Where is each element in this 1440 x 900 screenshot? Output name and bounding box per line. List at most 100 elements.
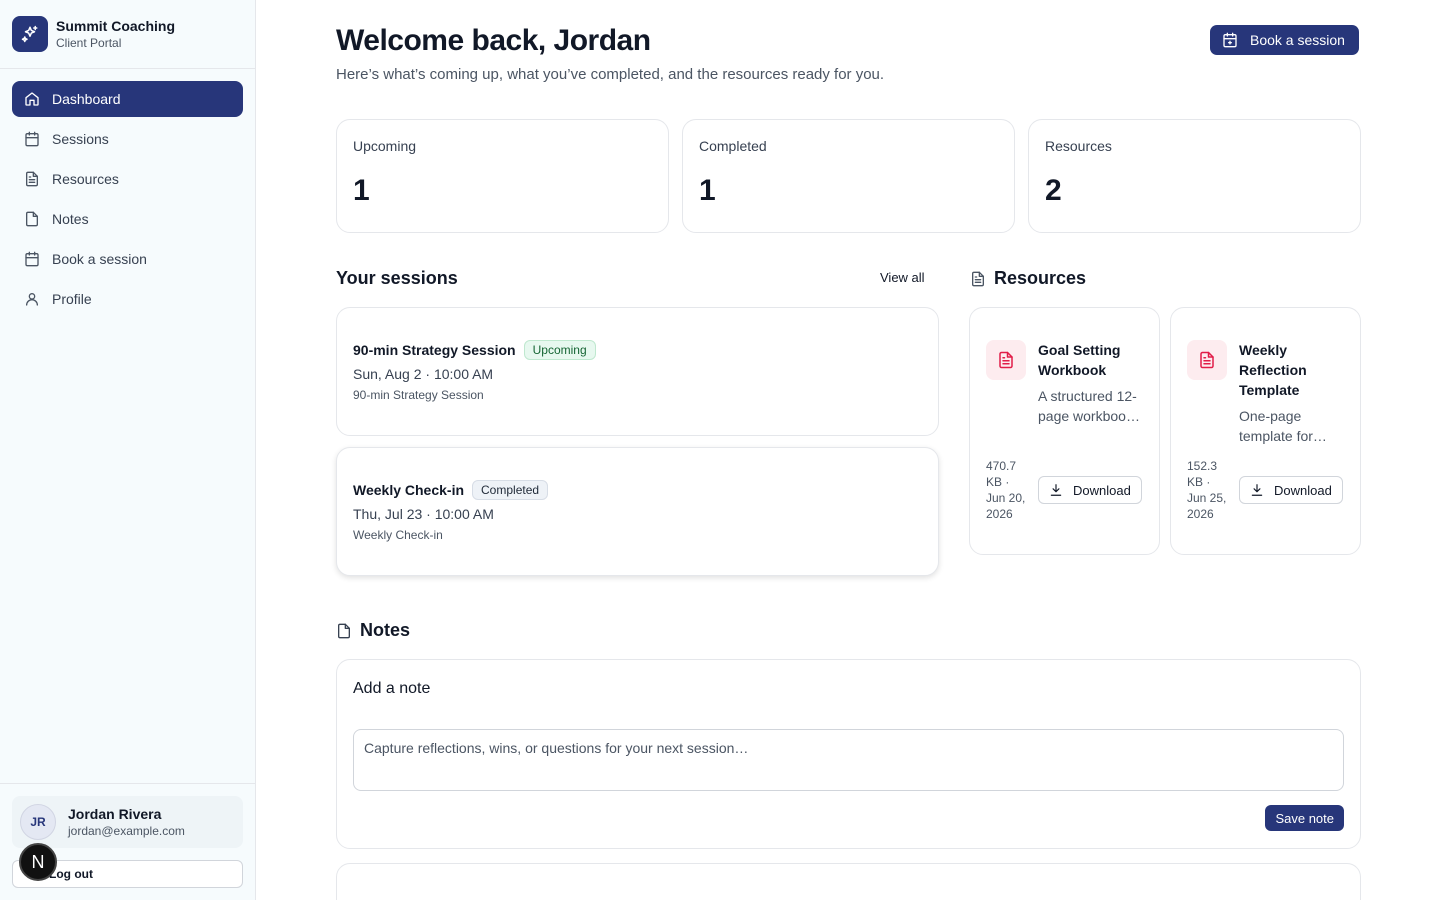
session-type: Weekly Check-in bbox=[353, 528, 443, 542]
notes-section-title: Notes bbox=[336, 620, 410, 641]
stat-value: 2 bbox=[1045, 174, 1062, 207]
book-session-button[interactable]: Book a session bbox=[1210, 25, 1359, 55]
resource-meta-line: 2026 bbox=[1187, 507, 1214, 521]
download-icon bbox=[1250, 483, 1264, 497]
document-icon bbox=[1187, 340, 1227, 380]
brand[interactable]: Summit Coaching Client Portal bbox=[0, 0, 255, 69]
resource-card: Goal Setting Workbook A structured 12- p… bbox=[969, 307, 1160, 555]
status-badge: Completed bbox=[472, 480, 549, 500]
notes-title-text: Notes bbox=[360, 620, 411, 640]
calendar-plus-icon bbox=[1222, 32, 1238, 48]
download-label: Download bbox=[1073, 482, 1131, 498]
stat-card-resources: Resources 2 bbox=[1028, 119, 1361, 233]
sidebar-item-dashboard[interactable]: Dashboard bbox=[12, 81, 243, 117]
add-note-title: Add a note bbox=[353, 680, 431, 697]
session-card[interactable]: 90-min Strategy Session Upcoming Sun, Au… bbox=[336, 307, 939, 436]
resource-meta-line: KB · bbox=[1187, 475, 1211, 489]
resource-meta-line: 470.7 bbox=[986, 459, 1017, 473]
resource-meta-line: Jun 20, bbox=[986, 491, 1026, 505]
session-type: 90-min Strategy Session bbox=[353, 388, 484, 402]
resource-desc-line: A structured 12- bbox=[1038, 388, 1137, 404]
book-session-label: Book a session bbox=[1250, 32, 1345, 48]
session-title: Weekly Check-in bbox=[353, 482, 465, 498]
stat-value: 1 bbox=[353, 174, 370, 207]
sparkles-logo-icon bbox=[12, 16, 48, 52]
save-note-button[interactable]: Save note bbox=[1265, 805, 1344, 831]
avatar: JR bbox=[20, 804, 56, 840]
resource-meta-line: Jun 25, bbox=[1187, 491, 1227, 505]
download-label: Download bbox=[1274, 482, 1332, 498]
file-text-icon bbox=[970, 271, 986, 287]
resource-title-line: Template bbox=[1239, 382, 1300, 398]
resource-desc-line: page workboo… bbox=[1038, 408, 1140, 424]
sidebar-nav: Dashboard Sessions Resources Notes Book … bbox=[0, 69, 255, 317]
sidebar-item-label: Book a session bbox=[52, 251, 147, 267]
sidebar-item-sessions[interactable]: Sessions bbox=[12, 121, 243, 157]
dev-tools-badge[interactable]: N bbox=[19, 843, 57, 881]
resource-title-line: Weekly bbox=[1239, 342, 1287, 358]
resource-title: Weekly Reflection Template bbox=[1239, 340, 1327, 400]
stat-value: 1 bbox=[699, 174, 716, 207]
calendar-icon bbox=[24, 251, 40, 267]
status-badge: Upcoming bbox=[523, 340, 596, 360]
sidebar-item-profile[interactable]: Profile bbox=[12, 281, 243, 317]
user-card[interactable]: JR Jordan Rivera jordan@example.com bbox=[12, 796, 243, 848]
calendar-icon bbox=[24, 131, 40, 147]
note-list-card bbox=[336, 863, 1361, 900]
stat-label: Completed bbox=[699, 138, 767, 154]
file-text-icon bbox=[24, 171, 40, 187]
resource-meta-line: 2026 bbox=[986, 507, 1013, 521]
resource-meta: 470.7 KB · Jun 20, 2026 bbox=[986, 458, 1034, 522]
stat-label: Upcoming bbox=[353, 138, 417, 154]
resource-desc-line: template for… bbox=[1239, 428, 1327, 444]
resource-meta: 152.3 KB · Jun 25, 2026 bbox=[1187, 458, 1235, 522]
resource-meta-line: KB · bbox=[986, 475, 1010, 489]
note-input[interactable] bbox=[353, 729, 1344, 791]
user-name: Jordan Rivera bbox=[68, 806, 162, 822]
resource-title-line: Goal Setting bbox=[1038, 342, 1121, 358]
stat-label: Resources bbox=[1045, 138, 1112, 154]
resource-card: Weekly Reflection Template One-page temp… bbox=[1170, 307, 1361, 555]
page-subtitle: Here’s what’s coming up, what you’ve com… bbox=[336, 66, 885, 83]
resource-title: Goal Setting Workbook bbox=[1038, 340, 1140, 380]
note-icon bbox=[336, 623, 352, 639]
resources-title-text: Resources bbox=[994, 268, 1087, 288]
stat-card-completed: Completed 1 bbox=[682, 119, 1015, 233]
session-card[interactable]: Weekly Check-in Completed Thu, Jul 23 · … bbox=[336, 447, 939, 576]
sidebar-item-resources[interactable]: Resources bbox=[12, 161, 243, 197]
resource-description: One-page template for… bbox=[1239, 406, 1327, 446]
sidebar-item-book-session[interactable]: Book a session bbox=[12, 241, 243, 277]
main-content: Welcome back, Jordan Here’s what’s comin… bbox=[256, 0, 1440, 900]
resource-meta-line: 152.3 bbox=[1187, 459, 1218, 473]
sidebar-item-label: Profile bbox=[52, 291, 92, 307]
user-email: jordan@example.com bbox=[68, 824, 185, 838]
brand-subtitle: Client Portal bbox=[56, 36, 122, 50]
sidebar-item-label: Resources bbox=[52, 171, 119, 187]
user-icon bbox=[24, 291, 40, 307]
note-icon bbox=[24, 211, 40, 227]
resource-description: A structured 12- page workboo… bbox=[1038, 386, 1140, 426]
session-datetime: Thu, Jul 23 · 10:00 AM bbox=[353, 506, 494, 522]
session-title: 90-min Strategy Session bbox=[353, 342, 516, 358]
brand-name: Summit Coaching bbox=[56, 18, 176, 34]
session-datetime: Sun, Aug 2 · 10:00 AM bbox=[353, 366, 494, 382]
add-note-card: Add a note Save note bbox=[336, 659, 1361, 849]
sessions-section-title: Your sessions bbox=[336, 268, 458, 288]
resources-section-title: Resources bbox=[970, 268, 1086, 289]
sidebar-item-label: Dashboard bbox=[52, 91, 121, 107]
resource-title-line: Reflection bbox=[1239, 362, 1307, 378]
resource-desc-line: One-page bbox=[1239, 408, 1302, 424]
document-icon bbox=[986, 340, 1026, 380]
view-all-link[interactable]: View all bbox=[880, 270, 925, 285]
stat-card-upcoming: Upcoming 1 bbox=[336, 119, 669, 233]
resource-title-line: Workbook bbox=[1038, 362, 1107, 378]
page-title: Welcome back, Jordan bbox=[336, 24, 651, 57]
download-button[interactable]: Download bbox=[1038, 476, 1142, 504]
sidebar: Summit Coaching Client Portal Dashboard … bbox=[0, 0, 256, 900]
sidebar-item-notes[interactable]: Notes bbox=[12, 201, 243, 237]
sidebar-footer: JR Jordan Rivera jordan@example.com Log … bbox=[0, 783, 255, 900]
download-button[interactable]: Download bbox=[1239, 476, 1343, 504]
sidebar-item-label: Sessions bbox=[52, 131, 109, 147]
home-icon bbox=[24, 91, 40, 107]
download-icon bbox=[1049, 483, 1063, 497]
